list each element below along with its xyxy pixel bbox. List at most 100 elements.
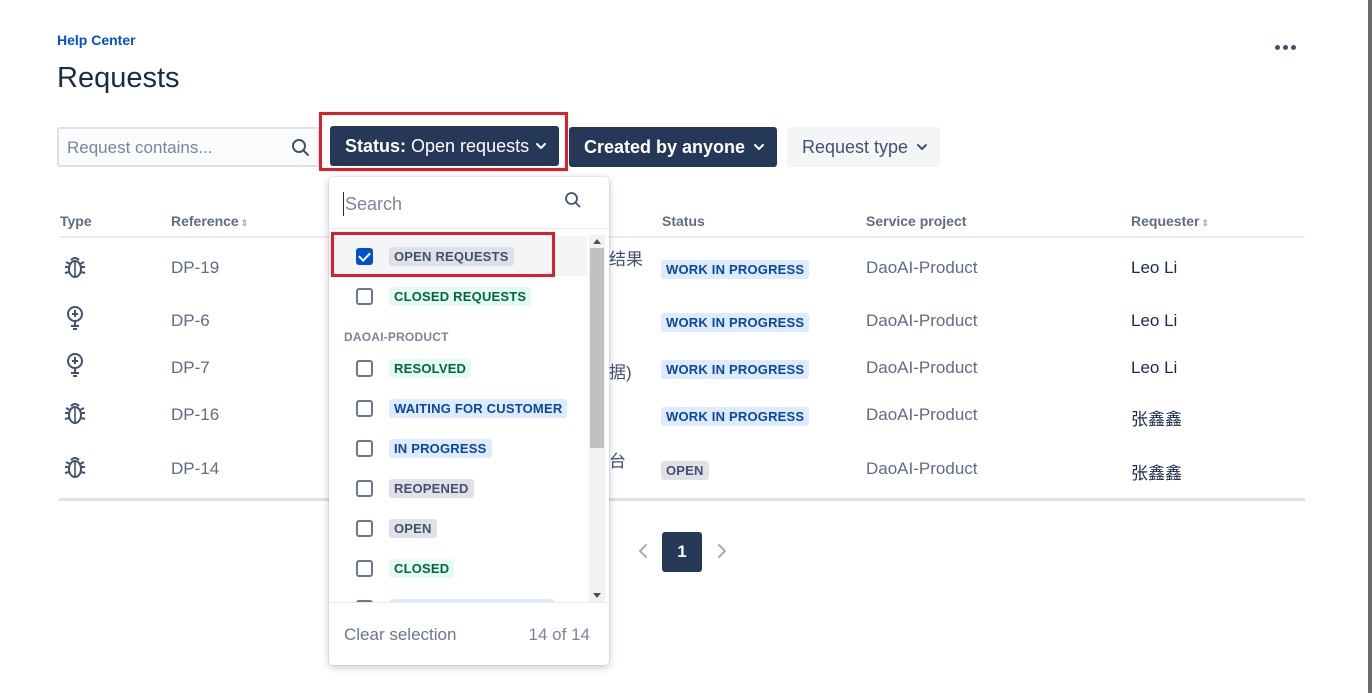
request-search-field[interactable]: [57, 127, 320, 167]
chevron-down-icon: [754, 144, 764, 150]
checkbox[interactable]: [356, 400, 373, 417]
checkbox[interactable]: [356, 360, 373, 377]
service-project: DaoAI-Product: [866, 405, 978, 424]
status-option-partial[interactable]: [329, 588, 587, 602]
request-reference[interactable]: DP-16: [171, 405, 219, 425]
request-type-filter-label: Request type: [802, 136, 909, 157]
bug-icon: [64, 457, 86, 478]
search-icon[interactable]: [291, 138, 311, 158]
status-group-label: DAOAI-PRODUCT: [344, 330, 449, 344]
status-search-field[interactable]: [329, 177, 609, 229]
page-button-current[interactable]: 1: [662, 532, 702, 572]
service-project: DaoAI-Product: [866, 358, 978, 377]
table-bottom-divider: [59, 498, 1305, 501]
column-header-label: Reference: [171, 213, 239, 229]
column-header-requester[interactable]: Requester ⇕: [1131, 213, 1209, 229]
column-header-label: Service project: [866, 213, 967, 229]
selection-count: 14 of 14: [528, 625, 590, 644]
column-header-label: Requester: [1131, 213, 1200, 229]
status-option-label: WAITING FOR CUSTOMER: [389, 399, 568, 418]
status-filter-prefix: Status:: [345, 135, 407, 156]
column-header-label: Type: [60, 213, 92, 229]
column-header-label: Status: [662, 213, 705, 229]
lightbulb-icon: [67, 306, 83, 330]
status-option-label: OPEN: [389, 519, 437, 538]
request-summary[interactable]: 台: [609, 447, 626, 472]
chevron-right-icon[interactable]: [715, 541, 729, 561]
status-option-closed-requests[interactable]: CLOSED REQUESTS: [329, 276, 587, 316]
sort-icon: ⇕: [1201, 218, 1210, 228]
checkbox[interactable]: [356, 480, 373, 497]
bug-icon: [64, 257, 86, 278]
status-option-reopened[interactable]: REOPENED: [329, 468, 587, 508]
request-reference[interactable]: DP-19: [171, 258, 219, 278]
request-summary[interactable]: 结果: [609, 245, 643, 270]
dropdown-scrollbar[interactable]: [589, 235, 605, 602]
status-option-open[interactable]: OPEN: [329, 508, 587, 548]
status-option-label: IN PROGRESS: [389, 439, 492, 458]
status-badge: WORK IN PROGRESS: [661, 313, 810, 332]
checkbox[interactable]: [356, 560, 373, 577]
breadcrumb-help-center[interactable]: Help Center: [57, 32, 136, 48]
more-actions-button[interactable]: [1268, 34, 1302, 60]
status-option-in-progress[interactable]: IN PROGRESS: [329, 428, 587, 468]
bug-icon: [64, 403, 86, 424]
requester-name: 张鑫鑫: [1131, 464, 1182, 483]
open-requests-highlight: [331, 232, 555, 277]
status-option-label: REOPENED: [389, 479, 474, 498]
status-badge: WORK IN PROGRESS: [661, 407, 810, 426]
status-option-label: CLOSED: [389, 559, 455, 578]
status-search-input[interactable]: [343, 192, 553, 216]
chevron-down-icon: [917, 144, 927, 150]
request-reference[interactable]: DP-7: [171, 358, 210, 378]
more-horizontal-icon: [1274, 44, 1280, 50]
sort-icon: ⇕: [240, 218, 249, 228]
status-option-label: RESOLVED: [389, 359, 472, 378]
more-dot: [1290, 44, 1296, 50]
more-dot: [1282, 44, 1288, 50]
status-option-resolved[interactable]: RESOLVED: [329, 348, 587, 388]
scrollbar-thumb[interactable]: [590, 248, 604, 448]
status-option-closed[interactable]: CLOSED: [329, 548, 587, 588]
service-project: DaoAI-Product: [866, 459, 978, 478]
window-scrollbar[interactable]: [1368, 0, 1372, 693]
chevron-left-icon[interactable]: [636, 541, 650, 561]
page-title: Requests: [57, 62, 180, 94]
lightbulb-icon: [67, 353, 83, 377]
status-option-list[interactable]: OPEN REQUESTS CLOSED REQUESTS DAOAI-PROD…: [329, 235, 587, 602]
chevron-down-icon: [536, 143, 546, 149]
request-reference[interactable]: DP-14: [171, 459, 219, 479]
created-by-filter-label: Created by anyone: [584, 136, 746, 157]
service-project: DaoAI-Product: [866, 311, 978, 330]
status-filter-value: Open requests: [411, 135, 530, 156]
request-type-filter-button[interactable]: Request type: [787, 127, 940, 167]
status-badge: WORK IN PROGRESS: [661, 260, 810, 279]
column-header-status: Status: [662, 213, 705, 229]
status-filter-button[interactable]: Status: Open requests: [330, 126, 559, 166]
status-option-label: CLOSED REQUESTS: [389, 287, 532, 306]
column-header-reference[interactable]: Reference ⇕: [171, 213, 248, 229]
clear-selection-button[interactable]: Clear selection: [344, 625, 456, 645]
search-icon: [565, 192, 581, 208]
checkbox[interactable]: [356, 440, 373, 457]
status-option-waiting-for-customer[interactable]: WAITING FOR CUSTOMER: [329, 388, 587, 428]
scroll-down-arrow-icon[interactable]: [589, 590, 605, 602]
checkbox[interactable]: [356, 520, 373, 537]
table-header-divider: [59, 236, 1305, 238]
checkbox[interactable]: [356, 288, 373, 305]
request-reference[interactable]: DP-6: [171, 311, 210, 331]
status-badge: WORK IN PROGRESS: [661, 360, 810, 379]
status-badge: OPEN: [661, 461, 709, 480]
column-header-service-project: Service project: [866, 213, 966, 229]
request-summary[interactable]: 据): [609, 358, 632, 383]
created-by-filter-button[interactable]: Created by anyone: [569, 127, 777, 167]
requester-name: Leo Li: [1131, 358, 1178, 377]
request-search-input[interactable]: [67, 137, 279, 159]
service-project: DaoAI-Product: [866, 258, 978, 277]
scroll-up-arrow-icon[interactable]: [589, 235, 605, 247]
requester-name: Leo Li: [1131, 311, 1178, 330]
requester-name: Leo Li: [1131, 258, 1178, 277]
column-header-type: Type: [60, 213, 92, 229]
dropdown-footer: Clear selection 14 of 14: [329, 602, 609, 665]
requester-name: 张鑫鑫: [1131, 410, 1182, 429]
